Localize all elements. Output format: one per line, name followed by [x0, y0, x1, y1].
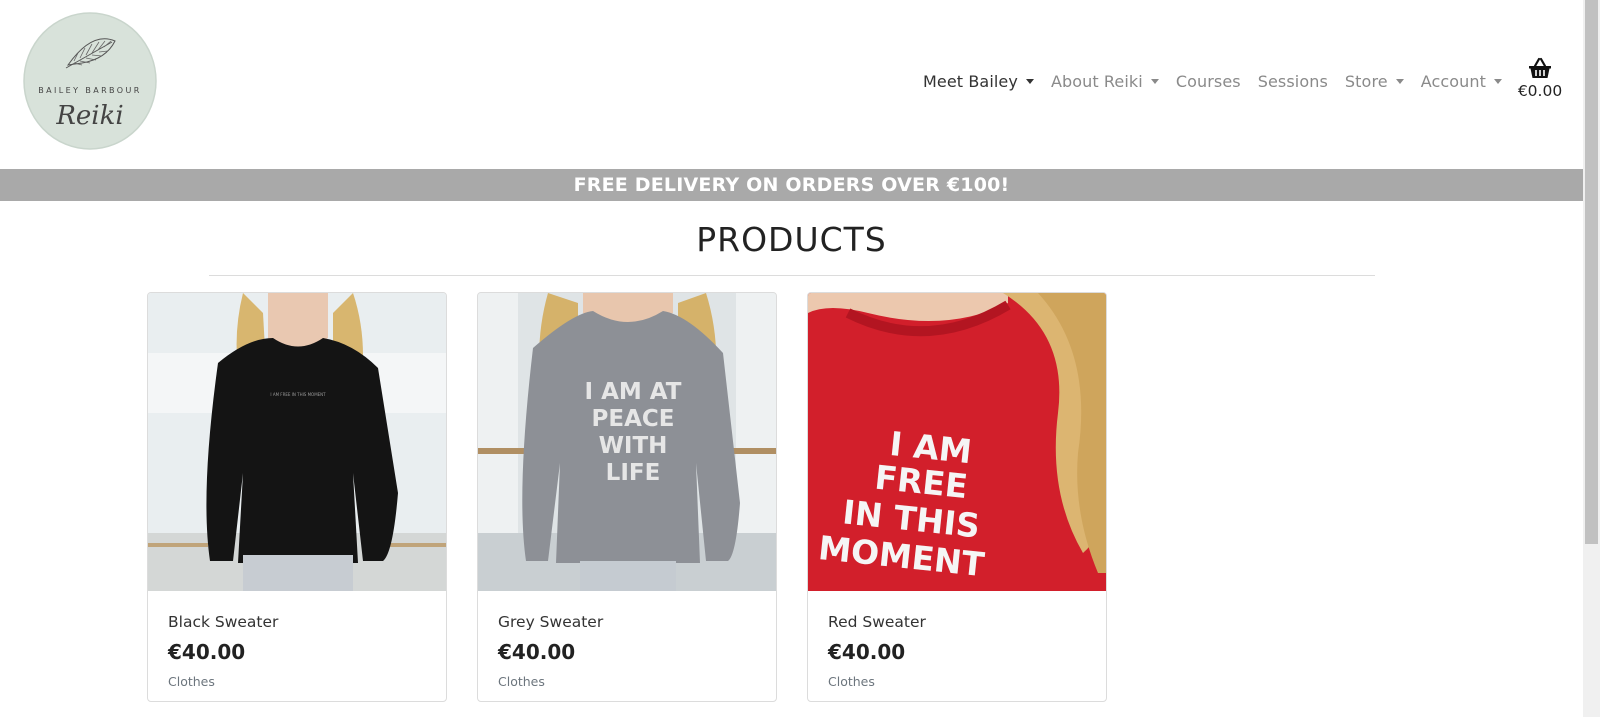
- logo-text-line2: Reiki: [55, 101, 123, 131]
- basket-icon: [1529, 57, 1551, 78]
- title-divider: [209, 275, 1375, 276]
- product-name[interactable]: Black Sweater: [168, 613, 426, 631]
- product-image[interactable]: I AM FREE IN THIS MOMENT: [148, 293, 446, 591]
- svg-text:I AM FREE IN THIS MOMENT: I AM FREE IN THIS MOMENT: [270, 392, 326, 397]
- svg-text:I AM AT: I AM AT: [585, 379, 682, 405]
- caret-down-icon: [1395, 79, 1404, 84]
- product-price: €40.00: [498, 640, 576, 664]
- banner-text: FREE DELIVERY ON ORDERS OVER €100!: [573, 174, 1010, 196]
- product-category[interactable]: Clothes: [828, 674, 1086, 689]
- product-price: €40.00: [168, 640, 246, 664]
- product-card[interactable]: I AM FREE IN THIS MOMENT Black Sweater €…: [147, 292, 447, 702]
- nav-about-reiki[interactable]: About Reiki: [1051, 72, 1159, 91]
- caret-down-icon: [1025, 79, 1034, 84]
- product-image[interactable]: I AM AT PEACE WITH LIFE: [478, 293, 776, 591]
- product-name[interactable]: Red Sweater: [828, 613, 1086, 631]
- caret-down-icon: [1494, 79, 1503, 84]
- product-card[interactable]: I AM FREE IN THIS MOMENT Red Sweater €40…: [807, 292, 1107, 702]
- product-grid: I AM FREE IN THIS MOMENT Black Sweater €…: [147, 292, 1137, 702]
- logo-text-line1: BAILEY BARBOUR: [38, 86, 141, 95]
- nav-label: Sessions: [1257, 71, 1328, 91]
- svg-text:LIFE: LIFE: [606, 460, 661, 486]
- nav-label: Courses: [1175, 71, 1241, 91]
- svg-text:PEACE: PEACE: [592, 406, 675, 432]
- basket-total: €0.00: [1517, 82, 1563, 100]
- logo-image: BAILEY BARBOUR Reiki: [23, 12, 157, 150]
- site-header: BAILEY BARBOUR Reiki Meet Bailey About R…: [0, 0, 1583, 169]
- product-image[interactable]: I AM FREE IN THIS MOMENT: [808, 293, 1106, 591]
- svg-text:WITH: WITH: [599, 433, 668, 459]
- nav-sessions[interactable]: Sessions: [1258, 72, 1328, 91]
- product-category[interactable]: Clothes: [168, 674, 426, 689]
- product-price: €40.00: [828, 640, 906, 664]
- product-category[interactable]: Clothes: [498, 674, 756, 689]
- site-logo[interactable]: BAILEY BARBOUR Reiki: [22, 11, 158, 151]
- scrollbar-thumb[interactable]: [1585, 0, 1598, 544]
- basket-link[interactable]: €0.00: [1510, 57, 1570, 103]
- nav-courses[interactable]: Courses: [1176, 72, 1241, 91]
- page-title: PRODUCTS: [696, 220, 887, 259]
- main-nav: Meet Bailey About Reiki Courses Sessions…: [923, 68, 1519, 94]
- nav-account[interactable]: Account: [1420, 71, 1503, 91]
- product-name[interactable]: Grey Sweater: [498, 613, 756, 631]
- nav-label: Meet Bailey: [923, 71, 1018, 91]
- nav-meet-bailey[interactable]: Meet Bailey: [923, 72, 1034, 91]
- vertical-scrollbar[interactable]: [1583, 0, 1600, 717]
- nav-store[interactable]: Store: [1345, 72, 1404, 91]
- delivery-banner: FREE DELIVERY ON ORDERS OVER €100!: [0, 169, 1583, 201]
- nav-label: About Reiki: [1050, 71, 1143, 91]
- product-card[interactable]: I AM AT PEACE WITH LIFE Grey Sweater €40…: [477, 292, 777, 702]
- caret-down-icon: [1150, 79, 1159, 84]
- nav-label: Account: [1420, 71, 1487, 91]
- nav-label: Store: [1344, 71, 1388, 91]
